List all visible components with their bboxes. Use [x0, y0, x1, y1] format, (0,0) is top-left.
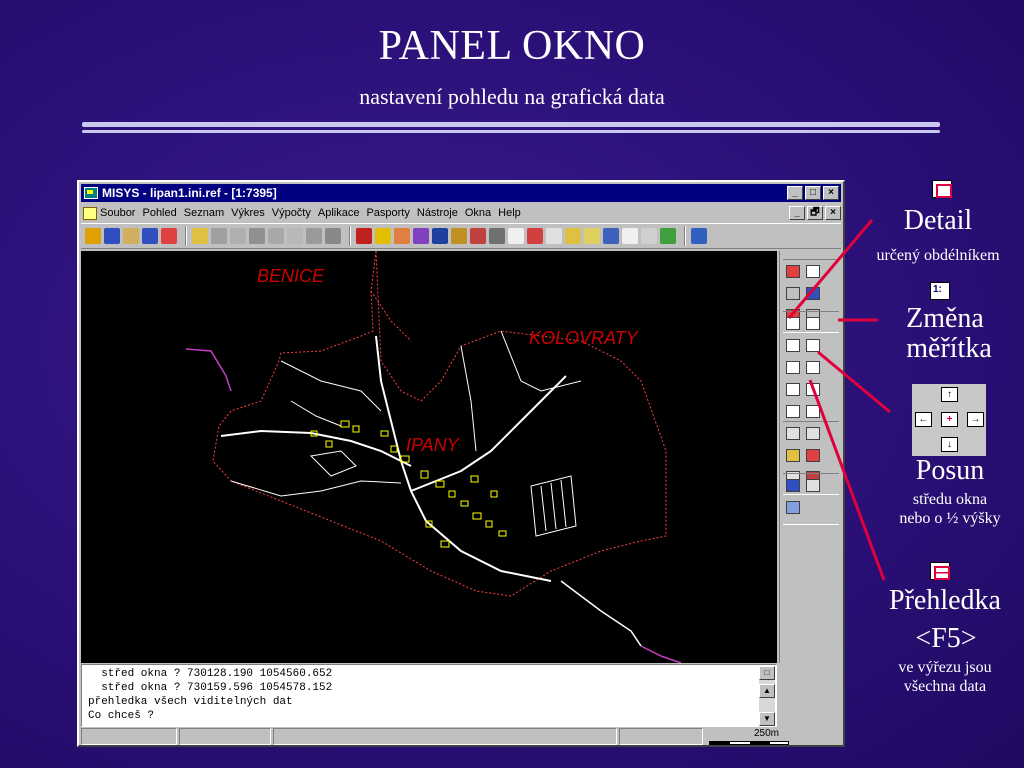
annotation-arrows	[787, 219, 891, 581]
overview-title: Přehledka	[889, 585, 1001, 616]
pan-title: Posun	[915, 455, 985, 486]
detail-title: Detail	[903, 205, 973, 236]
arrow-detail	[787, 219, 874, 319]
pan-controls-illustration: ↑ ← + → ↓	[912, 384, 986, 456]
detail-rectangle-icon	[932, 180, 952, 198]
arrow-overview	[808, 379, 886, 581]
pan-desc-line1: středu okna	[912, 491, 988, 508]
pan-right-arrow-icon: →	[967, 412, 984, 427]
overview-icon-large	[930, 562, 950, 580]
overview-desc-line1: ve výřezu jsou	[898, 659, 992, 676]
scale-title-line1: Změna	[906, 303, 984, 334]
scale-title-line2: měřítka	[906, 333, 992, 364]
overview-key: <F5>	[915, 623, 977, 654]
pan-center-icon: +	[941, 412, 958, 427]
pan-left-arrow-icon: ←	[915, 412, 932, 427]
pan-desc-line2: nebo o ½ výšky	[899, 510, 1001, 527]
overview-desc-line2: všechna data	[903, 678, 987, 695]
pan-down-arrow-icon: ↓	[941, 437, 958, 452]
arrow-pan	[817, 350, 891, 414]
scale-change-icon	[930, 282, 950, 300]
pan-up-arrow-icon: ↑	[941, 387, 958, 402]
detail-desc: určený obdélníkem	[876, 247, 1000, 264]
